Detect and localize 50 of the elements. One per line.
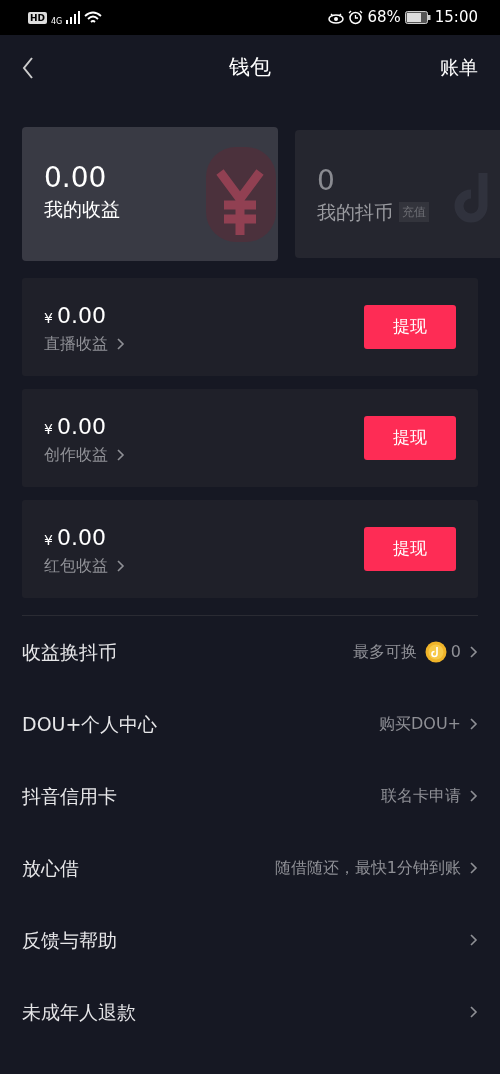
menu-label[interactable]: DOU+个人中心 <box>22 709 158 739</box>
amount-value: 0.00 <box>56 412 106 441</box>
balance-value: 0 <box>317 164 335 198</box>
battery-icon <box>404 11 431 24</box>
currency-symbol: ¥ <box>44 530 53 550</box>
menu-label[interactable]: 反馈与帮助 <box>22 925 117 955</box>
balance-value: 0.00 <box>44 161 107 195</box>
menu-detail: 购买DOU+ <box>378 713 461 735</box>
coin-icon <box>424 641 447 663</box>
currency-symbol: ¥ <box>44 419 53 439</box>
network-type: 4G <box>51 18 63 26</box>
chevron-icon <box>469 789 478 803</box>
battery-percent: 68% <box>367 7 401 29</box>
earnings-label[interactable]: 创作收益 <box>44 442 108 467</box>
summary-card[interactable]: 0.00 我的收益 <box>22 127 278 261</box>
chevron-icon <box>116 336 125 351</box>
earnings-label[interactable]: 红包收益 <box>44 553 108 578</box>
menu-label[interactable]: 放心借 <box>22 853 79 883</box>
chevron-icon <box>116 447 125 462</box>
menu-detail: 最多可换 <box>352 641 417 663</box>
page-title: 钱包 <box>229 53 271 81</box>
currency-symbol: ¥ <box>44 308 53 328</box>
chevron-icon <box>469 933 478 947</box>
withdraw-button[interactable]: 提现 <box>364 305 456 349</box>
chevron-icon <box>469 861 478 875</box>
chevron-icon <box>116 558 125 573</box>
signal-icon <box>66 11 81 24</box>
chevron-icon <box>469 645 478 659</box>
chevron-icon <box>469 1005 478 1019</box>
bill-link[interactable]: 账单 <box>440 53 478 82</box>
menu-label[interactable]: 抖音信用卡 <box>22 781 117 811</box>
balance-label: 我的收益 <box>44 196 120 222</box>
withdraw-button[interactable]: 提现 <box>364 527 456 571</box>
coin-amount: 0 <box>450 641 461 663</box>
hd-badge: HD <box>28 11 47 24</box>
menu-label[interactable]: 未成年人退款 <box>22 997 136 1027</box>
balance-label: 我的抖币 <box>317 199 393 225</box>
back-icon <box>22 56 34 79</box>
amount-value: 0.00 <box>56 301 106 330</box>
menu-detail: 随借随还，最快1分钟到账 <box>274 857 461 879</box>
amount-value: 0.00 <box>56 523 106 552</box>
alarm-icon <box>348 10 364 25</box>
menu-detail: 联名卡申请 <box>381 785 461 807</box>
earnings-label[interactable]: 直播收益 <box>44 331 108 356</box>
menu-label[interactable]: 收益换抖币 <box>22 637 117 667</box>
withdraw-button[interactable]: 提现 <box>364 416 456 460</box>
chevron-icon <box>469 717 478 731</box>
clock-time: 15:00 <box>434 7 478 29</box>
wifi-icon <box>84 10 103 25</box>
back-button[interactable] <box>22 56 34 79</box>
